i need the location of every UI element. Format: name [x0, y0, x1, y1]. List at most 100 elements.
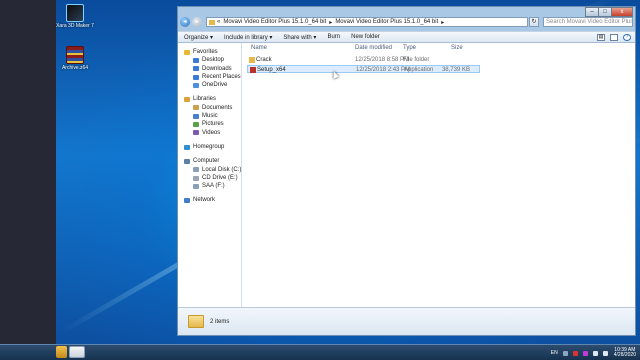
computer-icon: [184, 158, 190, 164]
breadcrumb-segment-parent[interactable]: Movavi Video Editor Plus 15.1.0_64 bit: [223, 19, 326, 25]
taskbar-explorer-icon[interactable]: [56, 346, 67, 358]
help-icon[interactable]: ?: [623, 33, 631, 41]
nav-item-label: Favorites: [193, 49, 218, 55]
nav-cd-drive[interactable]: CD Drive (E:): [178, 174, 241, 182]
file-type: File folder: [403, 57, 430, 63]
column-header-name[interactable]: Name: [251, 45, 267, 51]
folder-icon: [209, 19, 215, 25]
show-hidden-icons-icon[interactable]: [562, 350, 568, 356]
nav-libraries[interactable]: Libraries: [178, 95, 241, 103]
pictures-icon: [193, 122, 199, 128]
nav-desktop[interactable]: Desktop: [178, 56, 241, 64]
nav-pictures[interactable]: Pictures: [178, 120, 241, 128]
nav-item-label: SAA (F:): [202, 183, 225, 190]
new-folder-button[interactable]: New folder: [351, 34, 380, 40]
breadcrumb-chevron[interactable]: ▸: [329, 19, 332, 26]
navigation-pane: Favorites Desktop Downloads Recent Places On…: [178, 43, 242, 308]
nav-music[interactable]: Music: [178, 112, 241, 120]
documents-icon: [193, 105, 199, 111]
nav-videos[interactable]: Videos: [178, 129, 241, 137]
explorer-body: Favorites Desktop Downloads Recent Places On…: [178, 43, 635, 308]
taskbar: EN 10:39 AM 4/28/2020: [0, 344, 640, 360]
nav-item-label: Libraries: [193, 96, 217, 103]
nav-item-label: Documents: [202, 104, 233, 111]
onedrive-icon: [193, 82, 199, 88]
flag-icon[interactable]: [572, 350, 578, 356]
system-tray: EN 10:39 AM 4/28/2020: [551, 346, 636, 360]
music-icon: [193, 113, 199, 119]
app-tray-icon[interactable]: [582, 350, 588, 356]
desktop-icon-xara[interactable]: Xara 3D Maker 7: [55, 4, 95, 29]
share-with-button[interactable]: Share with ▾: [283, 34, 316, 41]
nav-homegroup[interactable]: Homegroup: [178, 143, 241, 151]
file-type: Application: [404, 66, 434, 73]
forward-button[interactable]: ▸: [192, 17, 202, 27]
clock-date: 4/28/2020: [613, 352, 636, 358]
include-in-library-button[interactable]: Include in library ▾: [224, 34, 272, 41]
nav-local-disk[interactable]: Local Disk (C:): [178, 166, 241, 174]
item-count: 2 items: [210, 318, 230, 325]
nav-item-label: Network: [193, 197, 216, 204]
burn-button[interactable]: Burn: [327, 34, 340, 40]
column-header-date[interactable]: Date modified: [355, 45, 392, 51]
nav-network[interactable]: Network: [178, 196, 241, 204]
organize-button[interactable]: Organize ▾: [184, 34, 213, 41]
search-placeholder: Search Movavi Video Editor Plus 15.1.0_6…: [546, 19, 633, 25]
refresh-button[interactable]: ↻: [529, 17, 539, 27]
nav-item-label: Local Disk (C:): [202, 166, 242, 173]
column-headers: Name Date modified Type Size: [243, 45, 635, 53]
details-pane: 2 items: [178, 307, 635, 335]
nav-downloads[interactable]: Downloads: [178, 65, 241, 73]
nav-item-label: Pictures: [202, 121, 224, 128]
desktop-icon-label: Archive.z64: [61, 65, 89, 71]
videos-icon: [193, 130, 199, 136]
nav-item-label: OneDrive: [202, 82, 228, 89]
network-icon[interactable]: [592, 350, 598, 356]
breadcrumb-chevron[interactable]: ▸: [441, 19, 444, 26]
desktop-left-strip: [0, 0, 56, 344]
downloads-icon: [193, 66, 199, 72]
nav-saa-drive[interactable]: SAA (F:): [178, 182, 241, 190]
cd-drive-icon: [193, 175, 199, 181]
network-icon: [184, 198, 190, 204]
desktop-icon-archive[interactable]: Archive.z64: [55, 46, 95, 71]
column-header-type[interactable]: Type: [403, 45, 416, 51]
volume-icon[interactable]: [602, 350, 608, 356]
file-row[interactable]: Crack 12/25/2018 8:58 PM File folder: [247, 56, 480, 64]
navigation-bar: ◂ ▸ « Movavi Video Editor Plus 15.1.0_64…: [180, 15, 633, 29]
taskbar-app-icon[interactable]: [69, 346, 85, 358]
back-button[interactable]: ◂: [180, 17, 190, 27]
taskbar-items: [56, 346, 87, 358]
nav-item-label: Desktop: [202, 57, 225, 64]
nav-item-label: Computer: [193, 158, 220, 165]
favorites-icon: [184, 49, 190, 55]
column-header-size[interactable]: Size: [451, 45, 463, 51]
language-indicator[interactable]: EN: [551, 350, 558, 356]
breadcrumb-segment-current[interactable]: Movavi Video Editor Plus 15.1.0_64 bit: [335, 19, 438, 25]
address-bar[interactable]: « Movavi Video Editor Plus 15.1.0_64 bit…: [206, 17, 528, 27]
nav-favorites[interactable]: Favorites: [178, 48, 241, 56]
nav-onedrive[interactable]: OneDrive: [178, 81, 241, 89]
xara-3d-icon: [66, 4, 84, 22]
folder-icon: [249, 57, 255, 63]
file-date: 12/25/2018 8:58 PM: [355, 57, 410, 63]
homegroup-icon: [184, 144, 190, 150]
clock[interactable]: 10:39 AM 4/28/2020: [614, 348, 636, 358]
explorer-window: – □ x ◂ ▸ « Movavi Video Editor Plus 15.…: [177, 6, 636, 336]
nav-documents[interactable]: Documents: [178, 104, 241, 112]
file-name: Crack: [256, 57, 272, 63]
nav-recent-places[interactable]: Recent Places: [178, 73, 241, 81]
nav-computer[interactable]: Computer: [178, 157, 241, 165]
application-icon: [250, 66, 256, 73]
recent-places-icon: [193, 74, 199, 80]
nav-item-label: CD Drive (E:): [202, 174, 238, 181]
preview-pane-icon[interactable]: [610, 33, 618, 41]
nav-group-spacer: [178, 205, 241, 211]
search-input[interactable]: Search Movavi Video Editor Plus 15.1.0_6…: [543, 17, 633, 27]
breadcrumb-chevron: «: [217, 19, 221, 25]
change-view-icon[interactable]: ▤: [597, 33, 605, 41]
nav-item-label: Recent Places: [202, 73, 241, 80]
winrar-archive-icon: [66, 46, 84, 64]
libraries-icon: [184, 97, 190, 103]
file-row[interactable]: Setup_x64 12/25/2018 2:43 PM Application 38…: [247, 64, 480, 73]
